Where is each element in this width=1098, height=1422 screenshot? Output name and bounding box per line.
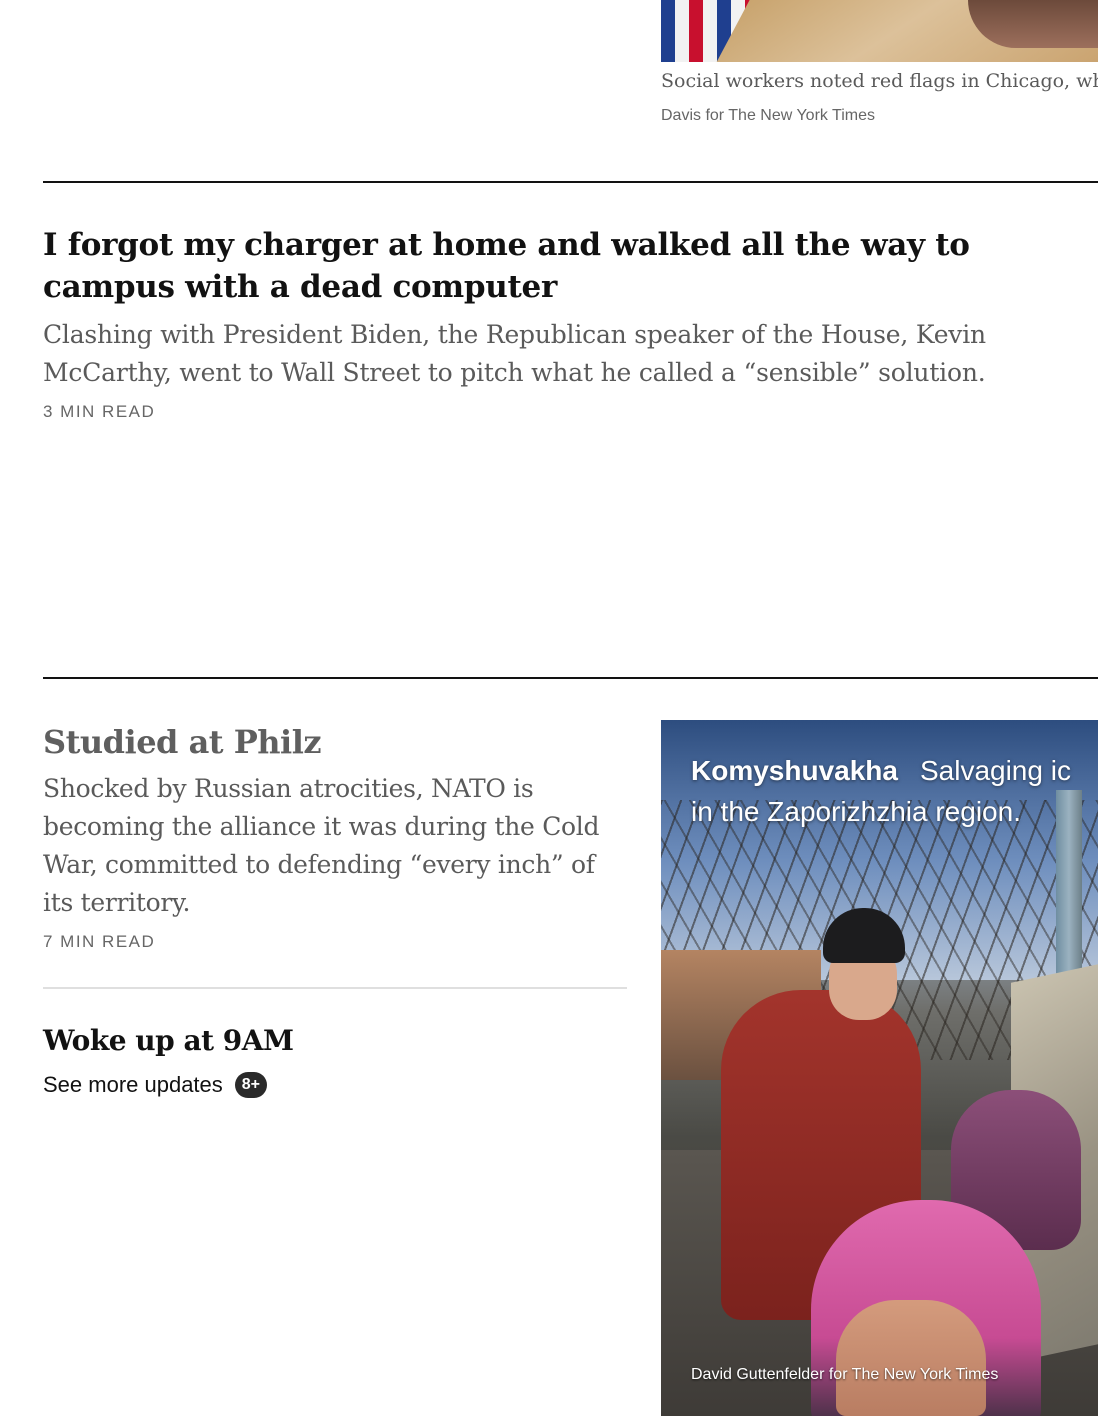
- top-story-image[interactable]: [661, 0, 1098, 62]
- section-divider: [43, 181, 1098, 183]
- see-more-updates-link[interactable]: See more updates 8+: [43, 1072, 268, 1098]
- top-image-caption: Social workers noted red flags in Chicag…: [661, 70, 1098, 92]
- photo-face: [836, 1300, 986, 1416]
- updates-count-badge: 8+: [234, 1072, 268, 1098]
- photo-location: Komyshuvakha: [691, 755, 898, 786]
- story-summary[interactable]: Clashing with President Biden, the Repub…: [43, 316, 1063, 392]
- story-headline-philz[interactable]: Studied at Philz: [43, 721, 322, 763]
- photo-overlay-title[interactable]: Komyshuvakha Salvaging ic in the Zaporizh…: [691, 750, 1098, 832]
- story-summary-philz[interactable]: Shocked by Russian atrocities, NATO is b…: [43, 770, 623, 922]
- section-divider: [43, 677, 1098, 679]
- story-headline-woke[interactable]: Woke up at 9AM: [43, 1021, 294, 1061]
- top-image-credit: Davis for The New York Times: [661, 107, 876, 124]
- story-divider: [43, 987, 627, 989]
- story-headline[interactable]: I forgot my charger at home and walked a…: [43, 224, 1088, 308]
- photo-caption-line2: in the Zaporizhzhia region.: [691, 796, 1021, 827]
- photo-caption-line1: Salvaging ic: [919, 755, 1071, 786]
- read-time: 3 MIN READ: [43, 402, 156, 421]
- photo-credit: David Guttenfelder for The New York Time…: [691, 1366, 999, 1383]
- feature-photo[interactable]: Komyshuvakha Salvaging ic in the Zaporizh…: [661, 720, 1098, 1416]
- see-more-label: See more updates: [43, 1072, 223, 1097]
- read-time-philz: 7 MIN READ: [43, 932, 156, 951]
